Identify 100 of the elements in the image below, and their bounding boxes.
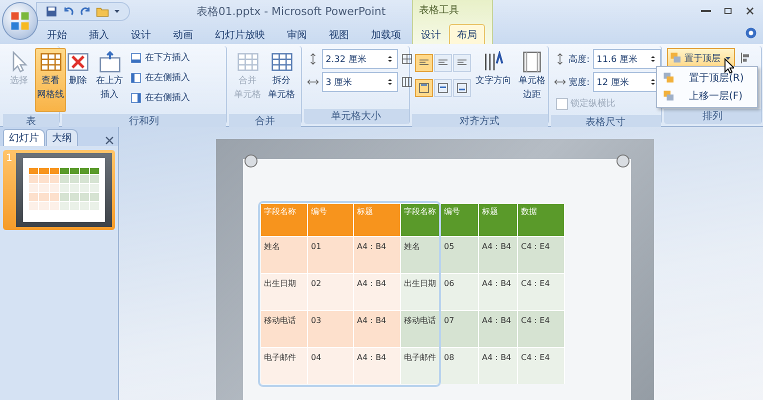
group-label: 单元格大小: [304, 109, 409, 124]
cell-height-field[interactable]: 2.32 厘米: [322, 49, 398, 69]
align-button[interactable]: [452, 54, 471, 72]
table-cell: 电子邮件: [401, 347, 441, 384]
table-cell: A4：B4: [479, 273, 518, 310]
ribbon-tab[interactable]: 设计: [120, 24, 162, 44]
delete-button[interactable]: 删除: [65, 48, 91, 112]
pane-tab[interactable]: 幻灯片: [3, 129, 45, 146]
pane-tab[interactable]: 大纲: [46, 129, 78, 146]
align-button[interactable]: [414, 54, 433, 72]
table-cell: 电子邮件: [261, 347, 308, 384]
table-header-cell: 编号: [308, 204, 354, 236]
table-cell: C4：E4: [518, 273, 565, 310]
layers-icon: [663, 90, 675, 102]
layers-icon: [663, 72, 675, 84]
view-gridlines-button[interactable]: 查看 网格线: [35, 48, 66, 112]
layers-icon: [670, 52, 682, 64]
table-cell: 05: [441, 236, 479, 273]
table-header-cell: 标题: [354, 204, 401, 236]
align-button[interactable]: [434, 54, 452, 72]
spin-arrows-icon: [386, 55, 394, 63]
cell-margins-button[interactable]: 单元格 边距: [516, 48, 548, 112]
table-cell: A4：B4: [354, 347, 401, 384]
insert-button[interactable]: 在右侧插入: [128, 88, 192, 107]
align-objects-icon: [740, 52, 752, 64]
ribbon-tab[interactable]: 开始: [36, 24, 78, 44]
help-icon: [745, 27, 757, 39]
text-direction-button[interactable]: 文字方向: [474, 48, 514, 112]
split-cells-button[interactable]: 拆分 单元格: [266, 48, 298, 112]
dropdown-icon: [724, 54, 732, 62]
table-header-cell: 字段名称: [401, 204, 441, 236]
align-button[interactable]: [434, 79, 452, 97]
align-button[interactable]: [414, 79, 433, 97]
table-cell: C4：E4: [518, 310, 565, 347]
redo-icon: [79, 4, 92, 18]
table-cell: 姓名: [261, 236, 308, 273]
width-label: 宽度:: [568, 76, 590, 88]
table-cell: 07: [441, 310, 479, 347]
window-title: 表格01.pptx - Microsoft PowerPoint: [195, 4, 387, 18]
table-cell: 出生日期: [401, 273, 441, 310]
save-icon: [45, 4, 58, 18]
ribbon-tab[interactable]: 布局: [449, 24, 485, 44]
vertical-align-icon: [456, 82, 468, 94]
table-cell: 出生日期: [261, 273, 308, 310]
table-height-field[interactable]: 11.6 厘米: [592, 49, 661, 69]
insert-button[interactable]: 在下方插入: [128, 48, 192, 67]
table-cell: A4：B4: [479, 347, 518, 384]
table-header-cell: 标题: [479, 204, 518, 236]
spin-arrows-icon: [386, 78, 394, 86]
table-cell: A4：B4: [479, 310, 518, 347]
table-header-cell: 数据: [518, 204, 565, 236]
table-header-cell: 字段名称: [261, 204, 308, 236]
table-cell: 02: [308, 273, 354, 310]
maximize-icon: [723, 6, 733, 16]
insert-icon: [130, 52, 142, 64]
spin-arrows-icon: [648, 55, 657, 63]
table-cell: A4：B4: [354, 310, 401, 347]
table-cell: 姓名: [401, 236, 441, 273]
menu-item[interactable]: 上移一层(F): [659, 87, 755, 105]
vertical-align-icon: [418, 82, 430, 94]
table-cell: 移动电话: [261, 310, 308, 347]
pin-icon: [615, 153, 631, 169]
delete-table-icon: [67, 51, 89, 73]
ribbon-tab[interactable]: 幻灯片放映: [204, 24, 276, 44]
table-icon: [270, 51, 293, 73]
distribute-columns-icon: [400, 76, 413, 88]
vertical-align-icon: [436, 82, 449, 94]
insert-icon: [130, 92, 142, 104]
dropdown-icon: [113, 7, 121, 15]
align-button[interactable]: [452, 79, 471, 97]
distribute-rows-icon: [400, 53, 413, 65]
cell-width-field[interactable]: 3 厘米: [322, 72, 398, 92]
ribbon-tab[interactable]: 审阅: [276, 24, 318, 44]
office-button[interactable]: [2, 2, 38, 40]
office-logo-icon: [10, 11, 30, 31]
table-cell: 移动电话: [401, 310, 441, 347]
ribbon-tab[interactable]: 加载项: [360, 24, 412, 44]
pin-icon: [243, 153, 259, 169]
table-cell: 06: [441, 273, 479, 310]
ribbon-tab[interactable]: 设计: [413, 24, 449, 44]
cell-margins-icon: [521, 51, 544, 73]
ribbon-tab[interactable]: 插入: [78, 24, 120, 44]
insert-icon: [130, 72, 142, 84]
insert-button[interactable]: 在左侧插入: [128, 68, 192, 87]
height-label: 高度:: [568, 54, 590, 66]
ribbon-tab[interactable]: 视图: [318, 24, 360, 44]
table-cell: 01: [308, 236, 354, 273]
insert-row-icon: [98, 51, 120, 73]
table-icon: [236, 51, 259, 73]
table-cell: C4：E4: [518, 347, 565, 384]
table-cell: C4：E4: [518, 236, 565, 273]
spin-arrows-icon: [648, 78, 657, 86]
undo-icon: [62, 4, 75, 18]
contextual-tab-title: 表格工具: [418, 4, 460, 18]
table-cell: 08: [441, 347, 479, 384]
table-cell: 04: [308, 347, 354, 384]
insert-above-button[interactable]: 在上方 插入: [94, 48, 125, 112]
ribbon-tab[interactable]: 动画: [162, 24, 204, 44]
table-cell: A4：B4: [479, 236, 518, 273]
close-icon: [104, 135, 115, 146]
